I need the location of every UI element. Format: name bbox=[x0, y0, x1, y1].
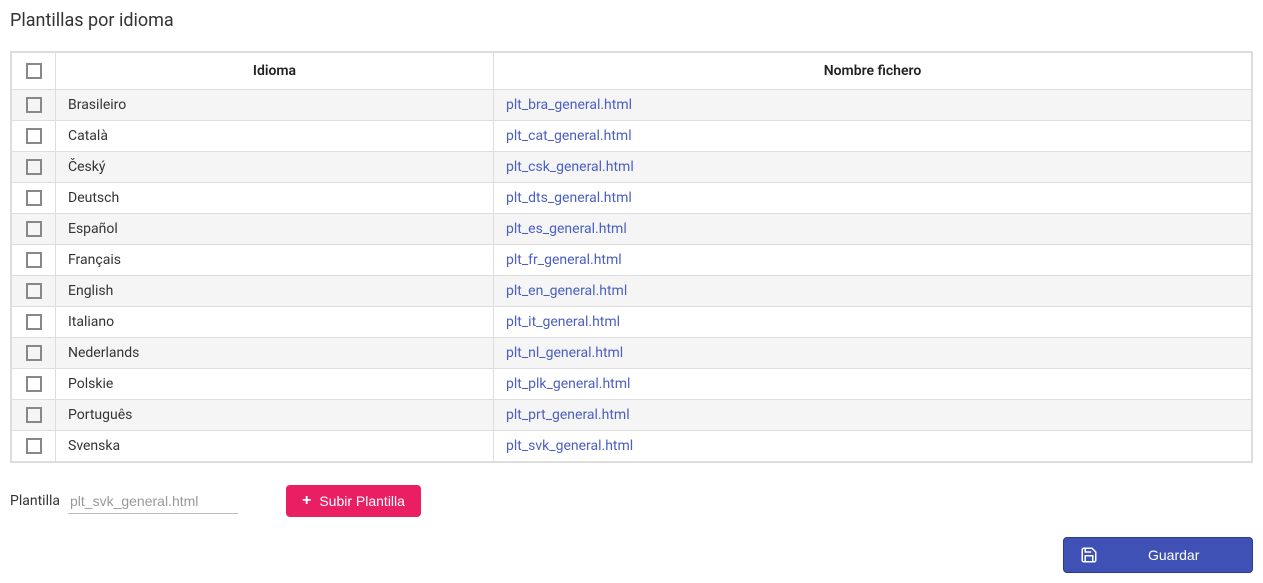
cell-fichero: plt_dts_general.html bbox=[494, 183, 1252, 214]
header-idioma: Idioma bbox=[56, 53, 494, 90]
save-button-label: Guardar bbox=[1148, 547, 1199, 563]
cell-idioma: Français bbox=[56, 245, 494, 276]
header-fichero: Nombre fichero bbox=[494, 53, 1252, 90]
table-row: Català plt_cat_general.html bbox=[12, 121, 1252, 152]
upload-template-button[interactable]: + Subir Plantilla bbox=[286, 485, 421, 517]
cell-fichero: plt_it_general.html bbox=[494, 307, 1252, 338]
row-checkbox-cell bbox=[12, 152, 56, 183]
row-checkbox[interactable] bbox=[26, 438, 42, 454]
file-link[interactable]: plt_svk_general.html bbox=[506, 438, 633, 454]
row-checkbox-cell bbox=[12, 338, 56, 369]
file-link[interactable]: plt_en_general.html bbox=[506, 283, 627, 299]
file-link[interactable]: plt_es_general.html bbox=[506, 221, 627, 237]
select-all-checkbox[interactable] bbox=[26, 63, 42, 79]
file-link[interactable]: plt_csk_general.html bbox=[506, 159, 634, 175]
file-link[interactable]: plt_nl_general.html bbox=[506, 345, 623, 361]
plus-icon: + bbox=[302, 493, 311, 509]
table-row: Español plt_es_general.html bbox=[12, 214, 1252, 245]
row-checkbox-cell bbox=[12, 369, 56, 400]
file-link[interactable]: plt_it_general.html bbox=[506, 314, 620, 330]
row-checkbox[interactable] bbox=[26, 376, 42, 392]
cell-fichero: plt_plk_general.html bbox=[494, 369, 1252, 400]
cell-fichero: plt_es_general.html bbox=[494, 214, 1252, 245]
save-button[interactable]: Guardar bbox=[1063, 537, 1253, 573]
upload-button-label: Subir Plantilla bbox=[319, 493, 405, 509]
row-checkbox-cell bbox=[12, 121, 56, 152]
row-checkbox[interactable] bbox=[26, 159, 42, 175]
plantilla-field[interactable] bbox=[68, 489, 238, 514]
table-row: Français plt_fr_general.html bbox=[12, 245, 1252, 276]
cell-fichero: plt_nl_general.html bbox=[494, 338, 1252, 369]
file-link[interactable]: plt_prt_general.html bbox=[506, 407, 630, 423]
cell-fichero: plt_fr_general.html bbox=[494, 245, 1252, 276]
table-row: Português plt_prt_general.html bbox=[12, 400, 1252, 431]
table-row: Svenska plt_svk_general.html bbox=[12, 431, 1252, 462]
row-checkbox-cell bbox=[12, 276, 56, 307]
plantilla-label: Plantilla bbox=[10, 493, 60, 509]
row-checkbox-cell bbox=[12, 214, 56, 245]
cell-idioma: Svenska bbox=[56, 431, 494, 462]
file-link[interactable]: plt_plk_general.html bbox=[506, 376, 630, 392]
row-checkbox-cell bbox=[12, 307, 56, 338]
cell-fichero: plt_en_general.html bbox=[494, 276, 1252, 307]
file-link[interactable]: plt_fr_general.html bbox=[506, 252, 622, 268]
row-checkbox-cell bbox=[12, 400, 56, 431]
templates-table: Idioma Nombre fichero Brasileiro plt_bra_… bbox=[10, 51, 1253, 463]
row-checkbox[interactable] bbox=[26, 314, 42, 330]
cell-idioma: Català bbox=[56, 121, 494, 152]
cell-idioma: Italiano bbox=[56, 307, 494, 338]
table-row: Nederlands plt_nl_general.html bbox=[12, 338, 1252, 369]
save-icon bbox=[1080, 546, 1098, 564]
cell-idioma: English bbox=[56, 276, 494, 307]
row-checkbox-cell bbox=[12, 183, 56, 214]
cell-idioma: Český bbox=[56, 152, 494, 183]
row-checkbox[interactable] bbox=[26, 221, 42, 237]
cell-fichero: plt_cat_general.html bbox=[494, 121, 1252, 152]
row-checkbox-cell bbox=[12, 245, 56, 276]
row-checkbox[interactable] bbox=[26, 345, 42, 361]
row-checkbox-cell bbox=[12, 431, 56, 462]
upload-bar: Plantilla + Subir Plantilla bbox=[10, 485, 1253, 517]
cell-fichero: plt_svk_general.html bbox=[494, 431, 1252, 462]
row-checkbox[interactable] bbox=[26, 407, 42, 423]
table-row: Polskie plt_plk_general.html bbox=[12, 369, 1252, 400]
row-checkbox-cell bbox=[12, 90, 56, 121]
row-checkbox[interactable] bbox=[26, 190, 42, 206]
cell-idioma: Português bbox=[56, 400, 494, 431]
file-link[interactable]: plt_dts_general.html bbox=[506, 190, 632, 206]
table-row: English plt_en_general.html bbox=[12, 276, 1252, 307]
row-checkbox[interactable] bbox=[26, 97, 42, 113]
header-checkbox-cell bbox=[12, 53, 56, 90]
cell-idioma: Brasileiro bbox=[56, 90, 494, 121]
cell-idioma: Polskie bbox=[56, 369, 494, 400]
cell-fichero: plt_csk_general.html bbox=[494, 152, 1252, 183]
table-row: Deutsch plt_dts_general.html bbox=[12, 183, 1252, 214]
table-row: Brasileiro plt_bra_general.html bbox=[12, 90, 1252, 121]
page-title: Plantillas por idioma bbox=[10, 10, 1253, 31]
table-row: Český plt_csk_general.html bbox=[12, 152, 1252, 183]
cell-fichero: plt_bra_general.html bbox=[494, 90, 1252, 121]
cell-fichero: plt_prt_general.html bbox=[494, 400, 1252, 431]
cell-idioma: Español bbox=[56, 214, 494, 245]
table-row: Italiano plt_it_general.html bbox=[12, 307, 1252, 338]
file-link[interactable]: plt_cat_general.html bbox=[506, 128, 632, 144]
cell-idioma: Deutsch bbox=[56, 183, 494, 214]
row-checkbox[interactable] bbox=[26, 128, 42, 144]
row-checkbox[interactable] bbox=[26, 252, 42, 268]
file-link[interactable]: plt_bra_general.html bbox=[506, 97, 632, 113]
cell-idioma: Nederlands bbox=[56, 338, 494, 369]
row-checkbox[interactable] bbox=[26, 283, 42, 299]
